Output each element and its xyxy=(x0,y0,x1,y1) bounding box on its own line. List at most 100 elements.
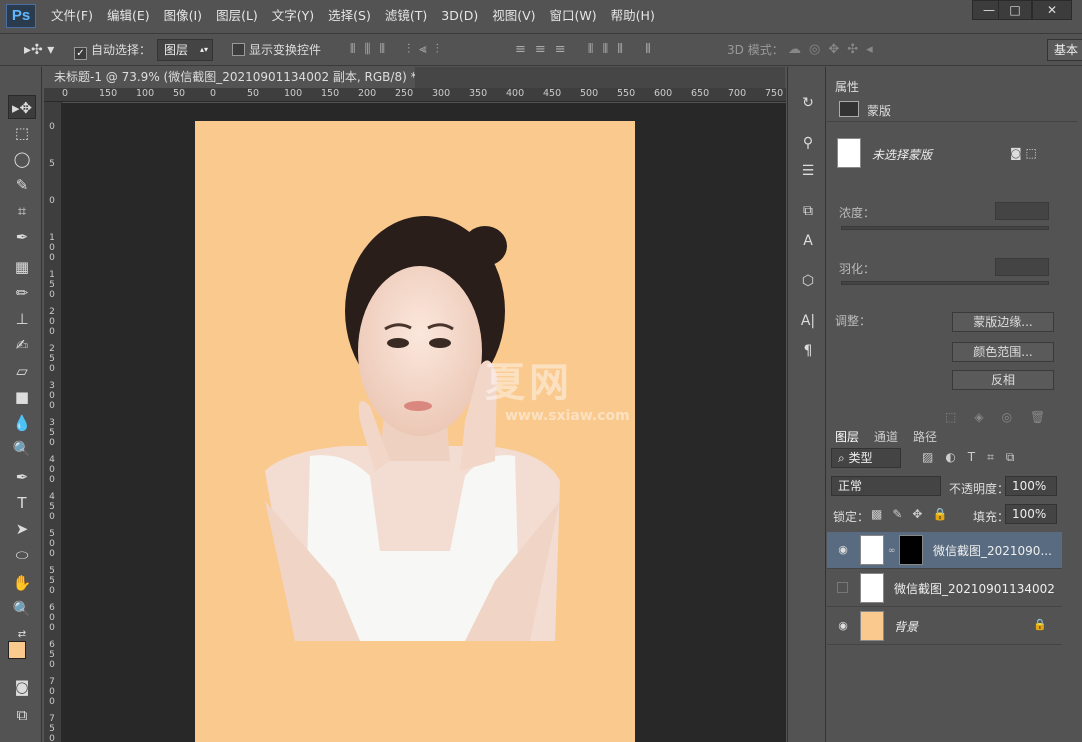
auto-select-dropdown[interactable]: 图层 ▴▾ xyxy=(157,39,213,61)
eraser-tool-icon[interactable]: ▱ xyxy=(8,359,36,383)
layer-row[interactable]: 微信截图_20210901134002 xyxy=(827,570,1062,607)
properties-header: 蒙版 xyxy=(827,96,1077,122)
menu-layer[interactable]: 图层(L) xyxy=(209,0,265,32)
visibility-off-icon[interactable] xyxy=(837,582,848,593)
layer-filter-dropdown[interactable]: ⌕ 类型 xyxy=(831,448,901,468)
eye-icon[interactable]: ◉ xyxy=(836,619,850,633)
tab-paths[interactable]: 路径 xyxy=(908,428,942,446)
blur-tool-icon[interactable]: 💧 xyxy=(8,411,36,435)
eyedropper-tool-icon[interactable]: ✒ xyxy=(8,225,36,249)
type-tool-icon[interactable]: T xyxy=(8,491,36,515)
zoom-tool-icon[interactable]: 🔍 xyxy=(8,597,36,621)
invert-button[interactable]: 反相 xyxy=(952,370,1054,390)
menu-filter[interactable]: 滤镜(T) xyxy=(378,0,434,32)
canvas[interactable] xyxy=(195,121,635,742)
blend-mode-dropdown[interactable]: 正常 xyxy=(831,476,941,496)
ruler-tick-label: 50 xyxy=(173,88,186,99)
color-range-button[interactable]: 颜色范围... xyxy=(952,342,1054,362)
ruler-tick-label: 7 0 0 xyxy=(49,677,55,707)
ruler-tick-label: 5 5 0 xyxy=(49,566,55,596)
quick-select-tool-icon[interactable]: ✎ xyxy=(8,173,36,197)
mask-thumbnail[interactable] xyxy=(899,535,923,565)
menu-help[interactable]: 帮助(H) xyxy=(604,0,662,32)
feather-slider[interactable] xyxy=(841,281,1049,285)
density-slider[interactable] xyxy=(841,226,1049,230)
auto-select-checkbox[interactable]: ✓ 自动选择： xyxy=(74,34,151,66)
lasso-tool-icon[interactable]: ◯ xyxy=(8,147,36,171)
3d-mode-icons[interactable]: ☁◎✥✣◂ xyxy=(788,34,881,66)
screen-mode-icon[interactable]: ⧉ xyxy=(8,703,36,727)
pixel-mask-icon[interactable]: ◙ ⬚ xyxy=(1010,146,1037,160)
pen-tool-icon[interactable]: ✒ xyxy=(8,465,36,489)
layer-thumbnail xyxy=(860,573,884,603)
tab-layers[interactable]: 图层 xyxy=(830,428,864,446)
hand-tool-icon[interactable]: ✋ xyxy=(8,571,36,595)
ruler-tick-label: 100 xyxy=(136,88,155,99)
document-tab[interactable]: 未标题-1 @ 73.9% (微信截图_20210901134002 副本, R… xyxy=(44,67,436,88)
character-styles-icon[interactable]: A xyxy=(798,231,818,251)
blend-mode-value: 正常 xyxy=(838,479,863,493)
mask-action-icons[interactable]: ⬚◈◎🗑 xyxy=(945,410,1063,424)
distribute-icons[interactable]: ≡≡≡ ⦀⦀⦀ ⦀ xyxy=(515,34,660,66)
opacity-input[interactable]: 100% xyxy=(1005,476,1057,496)
restore-button[interactable]: □ xyxy=(998,0,1032,20)
feather-input[interactable] xyxy=(995,258,1049,276)
adjust-label: 调整： xyxy=(835,314,872,328)
stamp-tool-icon[interactable]: ⊥ xyxy=(8,307,36,331)
panel-icon-strip: ↻ ⚲ ☰ ⧉ A ⬡ A| ¶ xyxy=(787,67,826,742)
gradient-tool-icon[interactable]: ■ xyxy=(8,385,36,409)
character-icon[interactable]: A| xyxy=(798,311,818,331)
align-icons[interactable]: ⫴⫼⫴ ⫶⫷⫶ xyxy=(350,34,448,66)
layer-preview-thumbnail xyxy=(837,138,861,168)
history-icon[interactable]: ↻ xyxy=(798,93,818,113)
link-icon[interactable]: ∞ xyxy=(888,546,896,556)
move-tool-preset-icon[interactable]: ▸✣ ▾ xyxy=(24,34,54,66)
density-input[interactable] xyxy=(995,202,1049,220)
fill-input[interactable]: 100% xyxy=(1005,504,1057,524)
menu-type[interactable]: 文字(Y) xyxy=(265,0,321,32)
eye-icon[interactable]: ◉ xyxy=(836,543,850,557)
3d-icon[interactable]: ⬡ xyxy=(798,271,818,291)
marquee-tool-icon[interactable]: ⬚ xyxy=(8,121,36,145)
foreground-color-swatch[interactable] xyxy=(8,641,26,659)
workspace-button[interactable]: 基本 xyxy=(1047,39,1082,61)
menu-window[interactable]: 窗口(W) xyxy=(543,0,604,32)
mask-edge-button[interactable]: 蒙版边缘... xyxy=(952,312,1054,332)
layer-name: 微信截图_2021090... xyxy=(933,544,1052,558)
ruler-tick-label: 600 xyxy=(654,88,673,99)
layer-row[interactable]: ◉ 背景 🔒 xyxy=(827,608,1062,645)
ruler-tick-label: 7 5 0 xyxy=(49,714,55,742)
menu-view[interactable]: 视图(V) xyxy=(485,0,542,32)
quick-mask-icon[interactable]: ◙ xyxy=(8,675,36,699)
path-select-tool-icon[interactable]: ➤ xyxy=(8,517,36,541)
layer-filter-icons[interactable]: ▨◐T⌗⧉ xyxy=(922,450,1026,465)
menu-select[interactable]: 选择(S) xyxy=(321,0,378,32)
dodge-tool-icon[interactable]: 🔍 xyxy=(8,437,36,461)
brush-tool-icon[interactable]: ✏ xyxy=(8,281,36,305)
menu-image[interactable]: 图像(I) xyxy=(157,0,209,32)
menu-3d[interactable]: 3D(D) xyxy=(434,0,485,32)
adjustments-icon[interactable]: ☰ xyxy=(798,161,818,181)
history-brush-tool-icon[interactable]: ✍ xyxy=(8,333,36,357)
tab-properties[interactable]: 属性 xyxy=(830,78,865,96)
ruler-tick-label: 0 xyxy=(62,88,69,99)
tab-channels[interactable]: 通道 xyxy=(869,428,903,446)
ruler-tick-label: 100 xyxy=(284,88,303,99)
paragraph-icon[interactable]: ¶ xyxy=(798,341,818,361)
menu-file[interactable]: 文件(F) xyxy=(44,0,100,32)
clone-source-icon[interactable]: ⧉ xyxy=(798,201,818,221)
crop-tool-icon[interactable]: ⌗ xyxy=(8,199,36,223)
layer-row[interactable]: ◉ ∞ 微信截图_2021090... xyxy=(827,532,1062,569)
menu-edit[interactable]: 编辑(E) xyxy=(100,0,157,32)
close-window-button[interactable]: ✕ xyxy=(1032,0,1072,20)
ruler-tick-label: 250 xyxy=(395,88,414,99)
brush-presets-icon[interactable]: ⚲ xyxy=(798,133,818,153)
lock-icons[interactable]: ▩✎✥🔒 xyxy=(871,507,957,521)
show-transform-checkbox[interactable]: 显示变换控件 xyxy=(232,34,321,66)
healing-tool-icon[interactable]: ▦ xyxy=(8,255,36,279)
watermark-url: www.sxiaw.com xyxy=(505,408,630,424)
move-tool-icon[interactable]: ▸✥ xyxy=(8,95,36,119)
shape-tool-icon[interactable]: ⬭ xyxy=(8,543,36,567)
ruler-tick-label: 5 xyxy=(49,159,55,169)
show-transform-label: 显示变换控件 xyxy=(249,43,322,57)
